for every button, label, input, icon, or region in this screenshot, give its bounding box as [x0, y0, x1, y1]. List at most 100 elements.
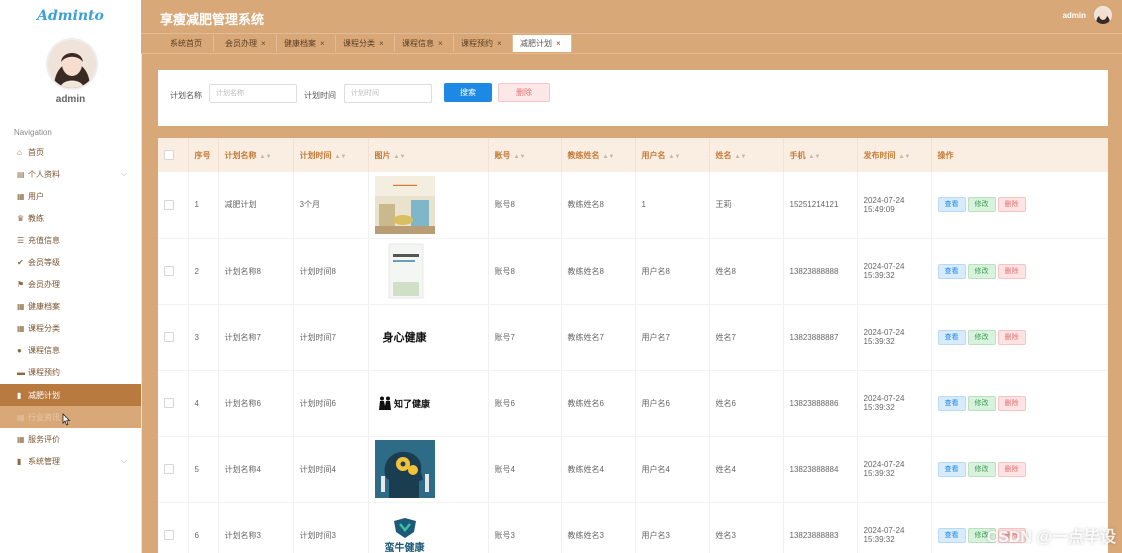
- close-icon[interactable]: ×: [379, 39, 384, 48]
- close-icon[interactable]: ×: [556, 39, 561, 48]
- cell-actions: 查看 修改 删除: [931, 370, 1108, 437]
- sidebar-item-coach[interactable]: ♛ 教练: [0, 207, 141, 229]
- header-avatar[interactable]: [1094, 6, 1112, 24]
- plan-name-label: 计划名称: [170, 91, 202, 100]
- bar-chart-icon: ▮: [17, 456, 22, 466]
- cell-account: 账号3: [488, 502, 562, 553]
- sidebar-item-label: 健康档案: [28, 301, 60, 311]
- edit-button[interactable]: 修改: [967, 197, 996, 213]
- edit-button[interactable]: 修改: [967, 395, 996, 411]
- tab-health-records[interactable]: 健康档案 ×: [277, 35, 336, 52]
- cell-plan-time: 3个月: [293, 172, 369, 239]
- tab-label: 减肥计划: [520, 39, 552, 48]
- thumbs-up-icon: ✔: [17, 257, 24, 267]
- edit-button[interactable]: 修改: [967, 461, 996, 477]
- close-icon[interactable]: ×: [320, 39, 325, 48]
- sidebar-item-service-review[interactable]: ▦ 服务评价: [0, 428, 141, 450]
- col-header-published[interactable]: 发布时间 ▲▼: [857, 138, 932, 172]
- cell-no: 3: [188, 304, 219, 371]
- sidebar-item-profile[interactable]: ▤ 个人资料 ⌵: [0, 163, 141, 185]
- tab-course-info[interactable]: 课程信息 ×: [395, 35, 454, 52]
- sidebar: Adminto admin Navigation ⌂ 首页 ▤ 个人资料 ⌵ ▦…: [0, 0, 142, 553]
- cell-plan-time: 计划时间8: [293, 238, 369, 305]
- view-button[interactable]: 查看: [937, 263, 966, 279]
- search-button[interactable]: 搜索: [444, 83, 492, 102]
- sidebar-item-label: 首页: [28, 147, 44, 157]
- row-checkbox[interactable]: [158, 436, 189, 503]
- news-icon: ▤: [17, 412, 25, 422]
- col-header-coach-name[interactable]: 教练姓名 ▲▼: [561, 138, 636, 172]
- row-checkbox[interactable]: [158, 172, 189, 239]
- sidebar-item-users[interactable]: ▦ 用户: [0, 185, 141, 207]
- sidebar-item-label: 会员办理: [28, 279, 60, 289]
- row-checkbox[interactable]: [158, 370, 189, 437]
- view-button[interactable]: 查看: [937, 461, 966, 477]
- shield-logo-icon: [393, 517, 416, 538]
- sidebar-item-weight-loss-plan[interactable]: ▮ 减肥计划: [0, 384, 141, 406]
- tab-weight-loss-plan[interactable]: 减肥计划 ×: [513, 35, 572, 52]
- delete-button[interactable]: 删除: [997, 329, 1026, 345]
- col-header-plan-name[interactable]: 计划名称 ▲▼: [218, 138, 294, 172]
- col-header-realname[interactable]: 姓名 ▲▼: [709, 138, 784, 172]
- view-button[interactable]: 查看: [937, 527, 966, 543]
- cell-published: 2024-07-24 15:39:32: [857, 502, 932, 553]
- sort-icon: ▲▼: [668, 153, 681, 160]
- edit-button[interactable]: 修改: [967, 329, 996, 345]
- tab-course-category[interactable]: 课程分类 ×: [336, 35, 395, 52]
- sidebar-item-label: 教练: [28, 213, 44, 223]
- cell-coach-name: 教练姓名4: [561, 436, 636, 503]
- cell-published: 2024-07-24 15:39:32: [857, 370, 932, 437]
- select-all-checkbox[interactable]: [158, 138, 189, 172]
- row-checkbox[interactable]: [158, 238, 189, 305]
- svg-text:▬▬▬▬▬▬: ▬▬▬▬▬▬: [393, 182, 417, 187]
- close-icon[interactable]: ×: [261, 39, 266, 48]
- cell-realname: 姓名6: [709, 370, 784, 437]
- sidebar-item-member-level[interactable]: ✔ 会员等级: [0, 251, 141, 273]
- delete-button[interactable]: 删除: [997, 461, 1026, 477]
- sidebar-item-course-info[interactable]: ● 课程信息: [0, 339, 141, 361]
- cell-phone: 13823888884: [783, 436, 858, 503]
- sidebar-item-course-category[interactable]: ▦ 课程分类: [0, 317, 141, 339]
- tab-course-booking[interactable]: 课程预约 ×: [454, 35, 513, 52]
- delete-button[interactable]: 删除: [997, 197, 1026, 213]
- view-button[interactable]: 查看: [937, 329, 966, 345]
- sidebar-item-course-booking[interactable]: ▬ 课程预约: [0, 361, 141, 383]
- cell-coach-name: 教练姓名7: [561, 304, 636, 371]
- batch-delete-button[interactable]: 删除: [498, 83, 550, 102]
- view-button[interactable]: 查看: [937, 395, 966, 411]
- plan-time-input[interactable]: [344, 84, 432, 103]
- tab-home[interactable]: 系统首页: [163, 35, 214, 52]
- col-header-account[interactable]: 账号 ▲▼: [488, 138, 562, 172]
- nav-heading: Navigation: [14, 128, 52, 137]
- cell-plan-time: 计划时间4: [293, 436, 369, 503]
- sidebar-item-membership[interactable]: ⚑ 会员办理: [0, 273, 141, 295]
- plan-name-input[interactable]: [209, 84, 297, 103]
- cell-coach-name: 教练姓名8: [561, 238, 636, 305]
- view-button[interactable]: 查看: [937, 197, 966, 213]
- col-header-phone[interactable]: 手机 ▲▼: [783, 138, 858, 172]
- col-header-plan-time[interactable]: 计划时间 ▲▼: [293, 138, 369, 172]
- row-checkbox[interactable]: [158, 304, 189, 371]
- close-icon[interactable]: ×: [438, 39, 443, 48]
- sidebar-item-label: 会员等级: [28, 257, 60, 267]
- sidebar-item-home[interactable]: ⌂ 首页: [0, 141, 141, 163]
- avatar[interactable]: [46, 38, 98, 90]
- grid-icon: ▦: [17, 323, 25, 333]
- row-checkbox[interactable]: [158, 502, 189, 553]
- sidebar-item-label: 充值信息: [28, 235, 60, 245]
- cell-phone: 13823888888: [783, 238, 858, 305]
- sidebar-item-system[interactable]: ▮ 系统管理 ⌵: [0, 450, 141, 472]
- tab-label: 会员办理: [225, 39, 257, 48]
- col-header-image[interactable]: 图片 ▲▼: [368, 138, 489, 172]
- col-header-username[interactable]: 用户名 ▲▼: [635, 138, 710, 172]
- delete-button[interactable]: 删除: [997, 395, 1026, 411]
- table-row: 6 计划名称3 计划时间3 蛮牛健康 账号3 教练姓名3 用户名3 姓名3 13…: [158, 502, 1108, 553]
- sidebar-item-health-records[interactable]: ▦ 健康档案: [0, 295, 141, 317]
- header-username[interactable]: admin: [1062, 11, 1086, 20]
- tab-membership[interactable]: 会员办理 ×: [218, 35, 277, 52]
- tab-label: 系统首页: [170, 39, 202, 48]
- close-icon[interactable]: ×: [497, 39, 502, 48]
- delete-button[interactable]: 删除: [997, 263, 1026, 279]
- sidebar-item-recharge[interactable]: ☰ 充值信息: [0, 229, 141, 251]
- edit-button[interactable]: 修改: [967, 263, 996, 279]
